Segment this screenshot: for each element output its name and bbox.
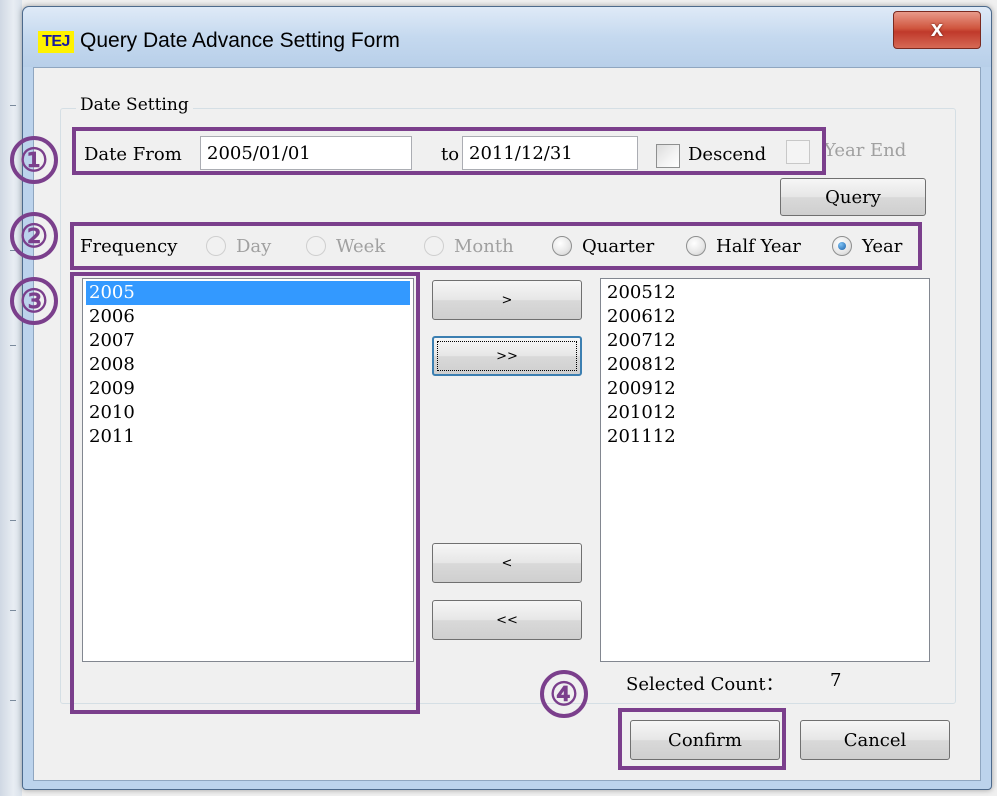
list-item[interactable]: 200812 xyxy=(604,353,926,377)
window-title: Query Date Advance Setting Form xyxy=(80,29,400,52)
add-all-button[interactable]: >> xyxy=(432,336,582,376)
annotation-box-available-list xyxy=(70,272,420,714)
desktop-tick xyxy=(10,610,16,611)
remove-selected-button[interactable]: < xyxy=(432,543,582,583)
selected-periods-list[interactable]: 200512 200612 200712 200812 200912 20101… xyxy=(600,278,930,662)
annotation-number-4: ④ xyxy=(540,670,588,718)
annotation-box-frequency xyxy=(70,222,922,270)
desktop-tick xyxy=(10,520,16,521)
annotation-number-3: ③ xyxy=(10,277,58,325)
close-icon: x xyxy=(930,16,944,41)
desktop-tick xyxy=(10,105,16,106)
annotation-number-1: ① xyxy=(10,136,58,184)
list-item[interactable]: 200712 xyxy=(604,329,926,353)
date-setting-group-title: Date Setting xyxy=(76,95,193,115)
desktop-tick xyxy=(10,345,16,346)
selected-count-value: 7 xyxy=(830,670,842,691)
focus-ring xyxy=(437,341,577,371)
title-bar[interactable]: TEJ Query Date Advance Setting Form x xyxy=(23,7,991,67)
selected-count-label: Selected Count： xyxy=(626,674,784,695)
year-end-label: Year End xyxy=(824,140,907,161)
remove-all-button[interactable]: << xyxy=(432,600,582,640)
annotation-box-date-range xyxy=(72,127,826,175)
list-item[interactable]: 201112 xyxy=(604,425,926,449)
app-logo: TEJ xyxy=(38,31,74,53)
list-item[interactable]: 200912 xyxy=(604,377,926,401)
add-selected-button[interactable]: > xyxy=(432,280,582,320)
query-button[interactable]: Query xyxy=(780,178,926,216)
annotation-box-confirm xyxy=(618,708,786,770)
list-item[interactable]: 200512 xyxy=(604,281,926,305)
cancel-button[interactable]: Cancel xyxy=(800,720,950,760)
close-button[interactable]: x xyxy=(893,11,981,49)
annotation-number-2: ② xyxy=(10,212,58,260)
desktop-background xyxy=(0,0,22,796)
list-item[interactable]: 201012 xyxy=(604,401,926,425)
list-item[interactable]: 200612 xyxy=(604,305,926,329)
desktop-tick xyxy=(10,700,16,701)
